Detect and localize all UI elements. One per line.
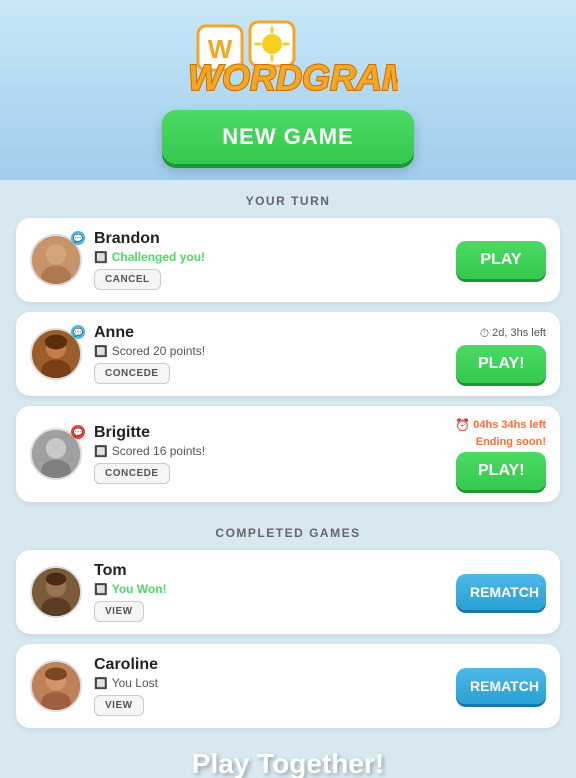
card-info-brandon: Brandon 🔲 Challenged you! CANCEL <box>94 230 456 290</box>
timer-text-anne: 2d, 3hs left <box>492 327 546 339</box>
status-icon-tom: 🔲 <box>94 583 108 596</box>
card-status-brandon: 🔲 Challenged you! <box>94 250 456 264</box>
game-card-anne: 💬 Anne 🔲 Scored 20 points! CONCEDE ⏱ 2d,… <box>16 312 560 396</box>
rematch-button-caroline[interactable]: REMATCH <box>456 668 546 704</box>
card-info-anne: Anne 🔲 Scored 20 points! CONCEDE <box>94 324 456 384</box>
status-icon-brandon: 🔲 <box>94 251 108 264</box>
svg-text:WORDGRAMS: WORDGRAMS <box>188 57 398 98</box>
avatar-wrapper-anne: 💬 <box>30 328 82 380</box>
game-card-brigitte: 💬 Brigitte 🔲 Scored 16 points! CONCEDE ⏰… <box>16 406 560 502</box>
status-text-caroline: You Lost <box>112 676 158 690</box>
logo-svg: W WORDGRAMS <box>178 18 398 98</box>
play-button-anne[interactable]: PLAY! <box>456 345 546 383</box>
play-button-brigitte[interactable]: PLAY! <box>456 452 546 490</box>
rematch-button-tom[interactable]: REMATCH <box>456 574 546 610</box>
card-info-brigitte: Brigitte 🔲 Scored 16 points! CONCEDE <box>94 424 455 484</box>
avatar-wrapper-brandon: 💬 <box>30 234 82 286</box>
player-name-tom: Tom <box>94 562 456 580</box>
view-button-tom[interactable]: VIEW <box>94 601 144 622</box>
card-right-tom: REMATCH <box>456 574 546 610</box>
cancel-button-brandon[interactable]: CANCEL <box>94 269 161 290</box>
card-right-brandon: PLAY <box>456 241 546 279</box>
logo: W WORDGRAMS <box>178 18 398 98</box>
card-status-caroline: 🔲 You Lost <box>94 676 456 690</box>
card-status-brigitte: 🔲 Scored 16 points! <box>94 444 455 458</box>
player-name-brandon: Brandon <box>94 230 456 248</box>
card-status-anne: 🔲 Scored 20 points! <box>94 344 456 358</box>
your-turn-header: YOUR TURN <box>16 180 560 218</box>
game-card-tom: Tom 🔲 You Won! VIEW REMATCH <box>16 550 560 634</box>
timer-icon-anne: ⏱ <box>480 326 489 341</box>
ending-soon-brigitte: Ending soon! <box>476 436 546 448</box>
card-right-brigitte: ⏰ 04hs 34hs left Ending soon! PLAY! <box>455 418 546 490</box>
status-icon-brigitte: 🔲 <box>94 445 108 458</box>
timer-brigitte: ⏰ 04hs 34hs left <box>455 418 546 432</box>
status-icon-anne: 🔲 <box>94 345 108 358</box>
new-game-button[interactable]: NEW GAME <box>162 110 413 164</box>
completed-header: COMPLETED GAMES <box>16 512 560 550</box>
logo-container: W WORDGRAMS <box>178 18 398 98</box>
timer-icon-brigitte: ⏰ <box>455 418 470 432</box>
timer-anne: ⏱ 2d, 3hs left <box>480 326 546 341</box>
avatar-wrapper-brigitte: 💬 <box>30 428 82 480</box>
timer-text-brigitte: 04hs 34hs left <box>473 419 546 431</box>
chat-notification-brandon: 💬 <box>71 231 85 245</box>
chat-notification-anne: 💬 <box>71 325 85 339</box>
player-name-anne: Anne <box>94 324 456 342</box>
card-right-caroline: REMATCH <box>456 668 546 704</box>
card-status-tom: 🔲 You Won! <box>94 582 456 596</box>
status-text-brigitte: Scored 16 points! <box>112 444 205 458</box>
avatar-wrapper-tom <box>30 566 82 618</box>
concede-button-brigitte[interactable]: CONCEDE <box>94 463 170 484</box>
game-card-caroline: Caroline 🔲 You Lost VIEW REMATCH <box>16 644 560 728</box>
card-right-anne: ⏱ 2d, 3hs left PLAY! <box>456 326 546 383</box>
concede-button-anne[interactable]: CONCEDE <box>94 363 170 384</box>
chat-notification-brigitte: 💬 <box>71 425 85 439</box>
top-section: W WORDGRAMS NEW GAME <box>0 0 576 180</box>
status-icon-caroline: 🔲 <box>94 677 108 690</box>
avatar-wrapper-caroline <box>30 660 82 712</box>
player-name-brigitte: Brigitte <box>94 424 455 442</box>
player-name-caroline: Caroline <box>94 656 456 674</box>
status-text-tom: You Won! <box>112 582 167 596</box>
status-text-anne: Scored 20 points! <box>112 344 205 358</box>
play-button-brandon[interactable]: PLAY <box>456 241 546 279</box>
avatar-tom <box>30 566 82 618</box>
footer-text: Play Together! <box>16 738 560 778</box>
game-card-brandon: 💬 Brandon 🔲 Challenged you! CANCEL PLAY <box>16 218 560 302</box>
card-info-caroline: Caroline 🔲 You Lost VIEW <box>94 656 456 716</box>
view-button-caroline[interactable]: VIEW <box>94 695 144 716</box>
status-text-brandon: Challenged you! <box>112 250 205 264</box>
main-content: YOUR TURN 💬 Brandon 🔲 Challenged you! CA… <box>0 180 576 778</box>
card-info-tom: Tom 🔲 You Won! VIEW <box>94 562 456 622</box>
avatar-caroline <box>30 660 82 712</box>
